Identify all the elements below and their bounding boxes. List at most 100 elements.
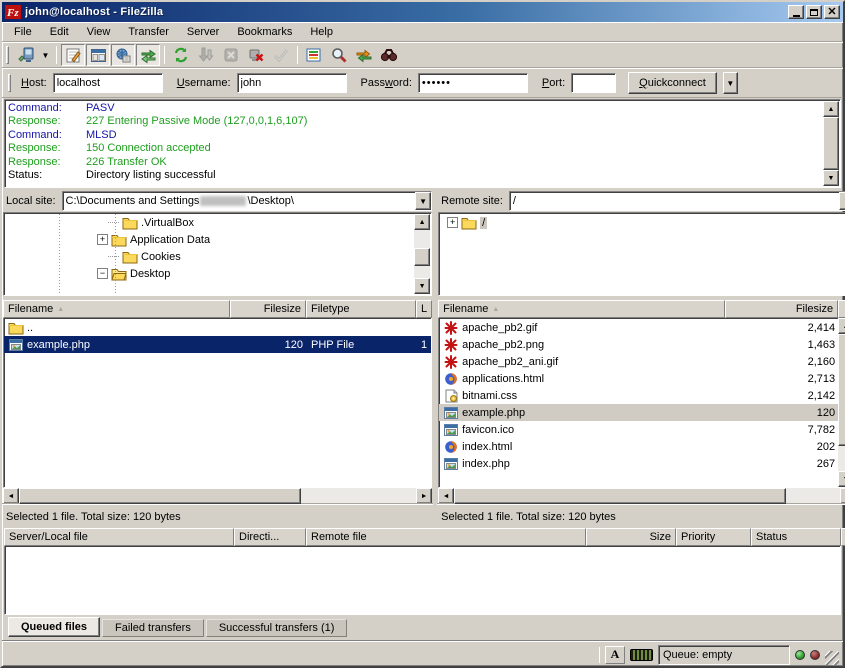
resize-grip[interactable]	[825, 651, 839, 665]
scroll-thumb[interactable]	[19, 488, 301, 504]
scroll-up-icon[interactable]: ▲	[414, 214, 430, 230]
combo-dropdown-button[interactable]: ▼	[839, 192, 845, 210]
column-header-priority[interactable]: Priority	[676, 528, 751, 546]
file-row[interactable]: apache_pb2.png 1,463	[439, 336, 839, 353]
maximize-button[interactable]	[806, 5, 822, 19]
local-site-combobox[interactable]: C:\Documents and Settings\Desktop\ ▼	[62, 191, 433, 211]
scroll-left-icon[interactable]: ◄	[3, 488, 19, 504]
host-input[interactable]	[53, 73, 163, 93]
scroll-right-icon[interactable]: ►	[416, 488, 432, 504]
scroll-thumb[interactable]	[454, 488, 786, 504]
titlebar[interactable]: Fz john@localhost - FileZilla ✕	[2, 2, 843, 22]
column-header-remote-file[interactable]: Remote file	[306, 528, 586, 546]
menu-view[interactable]: View	[79, 24, 119, 40]
log-scrollbar[interactable]: ▲ ▼	[823, 101, 839, 186]
menu-server[interactable]: Server	[179, 24, 227, 40]
scroll-down-icon[interactable]: ▼	[414, 278, 430, 294]
username-input[interactable]	[237, 73, 347, 93]
file-row[interactable]: apache_pb2.gif 2,414	[439, 319, 839, 336]
expand-plus-icon[interactable]: +	[97, 234, 108, 245]
file-row-selected[interactable]: example.php 120	[439, 404, 839, 421]
column-header-status[interactable]: Status	[751, 528, 841, 546]
column-header-filename[interactable]: Filename▲	[3, 300, 230, 318]
process-queue-button[interactable]	[194, 44, 218, 66]
toggle-transfer-queue-button[interactable]	[136, 44, 160, 66]
speed-limits-icon[interactable]	[630, 649, 653, 661]
filter-button[interactable]	[302, 44, 326, 66]
tree-item[interactable]: − Desktop	[5, 265, 413, 282]
file-row[interactable]: index.html 202	[439, 438, 839, 455]
scroll-up-icon[interactable]: ▲	[823, 101, 839, 117]
scroll-thumb[interactable]	[414, 248, 430, 266]
toggle-remote-tree-button[interactable]	[111, 44, 135, 66]
site-manager-dropdown-button[interactable]: ▼	[39, 44, 52, 66]
scroll-up-icon[interactable]: ▲	[838, 318, 845, 334]
cancel-operation-button[interactable]	[219, 44, 243, 66]
toolbar-grip[interactable]	[6, 46, 9, 64]
menu-transfer[interactable]: Transfer	[120, 24, 177, 40]
synchronized-browsing-button[interactable]	[377, 44, 401, 66]
column-header-last-modified[interactable]: L	[416, 300, 432, 318]
remote-list-scrollbar[interactable]: ▲ ▼	[838, 318, 845, 487]
column-header-filesize[interactable]: Filesize	[725, 300, 838, 318]
file-search-button[interactable]	[327, 44, 351, 66]
queue-body[interactable]	[4, 546, 841, 615]
menu-bookmarks[interactable]: Bookmarks	[229, 24, 300, 40]
ascii-data-type-indicator[interactable]: A	[605, 646, 625, 664]
scroll-thumb[interactable]	[823, 117, 839, 170]
tab-failed-transfers[interactable]: Failed transfers	[102, 619, 204, 637]
disconnect-button[interactable]	[244, 44, 268, 66]
file-row[interactable]: index.php 267	[439, 455, 839, 472]
column-header-direction[interactable]: Directi...	[234, 528, 306, 546]
local-list-body[interactable]: .. example.php 120 PHP File 1	[3, 318, 432, 488]
expand-plus-icon[interactable]: +	[447, 217, 458, 228]
scroll-thumb[interactable]	[838, 334, 845, 446]
local-horizontal-scrollbar[interactable]: ◄ ►	[3, 488, 432, 504]
minimize-button[interactable]	[788, 5, 804, 19]
tree-item[interactable]: Cookies	[5, 248, 413, 265]
local-tree-scrollbar[interactable]: ▲ ▼	[414, 214, 430, 294]
abort-button[interactable]	[269, 44, 293, 66]
local-directory-tree[interactable]: .VirtualBox + Application Data Cookies	[3, 212, 432, 296]
close-button[interactable]: ✕	[824, 5, 840, 19]
menu-help[interactable]: Help	[302, 24, 341, 40]
remote-horizontal-scrollbar[interactable]: ◄ ►	[438, 488, 845, 504]
column-header-filetype[interactable]: Filetype	[306, 300, 416, 318]
collapse-minus-icon[interactable]: −	[97, 268, 108, 279]
combo-dropdown-button[interactable]: ▼	[415, 192, 431, 210]
remote-list-body[interactable]: apache_pb2.gif 2,414 apache_pb2.png 1,46…	[438, 318, 845, 488]
tree-item[interactable]: + Application Data	[5, 231, 413, 248]
remote-directory-tree[interactable]: + /	[438, 212, 845, 296]
password-input[interactable]	[418, 73, 528, 93]
scroll-down-icon[interactable]: ▼	[823, 170, 839, 186]
scroll-left-icon[interactable]: ◄	[438, 488, 454, 504]
quickconnect-button[interactable]: Quickconnect	[628, 72, 717, 94]
file-row[interactable]: apache_pb2_ani.gif 2,160	[439, 353, 839, 370]
column-header-server-local-file[interactable]: Server/Local file	[4, 528, 234, 546]
port-input[interactable]	[571, 73, 616, 93]
file-row-selected[interactable]: example.php 120 PHP File 1	[4, 336, 431, 353]
refresh-button[interactable]	[169, 44, 193, 66]
quickconnect-dropdown-button[interactable]: ▼	[723, 72, 738, 94]
file-row[interactable]: ..	[4, 319, 431, 336]
column-header-filesize[interactable]: Filesize	[230, 300, 306, 318]
quickconnect-grip[interactable]	[8, 74, 11, 92]
scroll-down-icon[interactable]: ▼	[838, 471, 845, 487]
remote-site-combobox[interactable]: / ▼	[509, 191, 845, 211]
directory-comparison-button[interactable]	[352, 44, 376, 66]
column-header-size[interactable]: Size	[586, 528, 676, 546]
tree-item[interactable]: .VirtualBox	[5, 214, 413, 231]
menu-file[interactable]: File	[6, 24, 40, 40]
column-header-filename[interactable]: Filename▲	[438, 300, 725, 318]
tree-item[interactable]: + /	[440, 214, 837, 231]
toggle-local-tree-button[interactable]	[86, 44, 110, 66]
tab-queued-files[interactable]: Queued files	[8, 617, 100, 637]
file-row[interactable]: applications.html 2,713	[439, 370, 839, 387]
scroll-right-icon[interactable]: ►	[840, 488, 845, 504]
site-manager-button[interactable]	[14, 44, 38, 66]
file-row[interactable]: favicon.ico 7,782	[439, 421, 839, 438]
tab-successful-transfers[interactable]: Successful transfers (1)	[206, 619, 348, 637]
toggle-message-log-button[interactable]	[61, 44, 85, 66]
menu-edit[interactable]: Edit	[42, 24, 77, 40]
file-row[interactable]: bitnami.css 2,142	[439, 387, 839, 404]
